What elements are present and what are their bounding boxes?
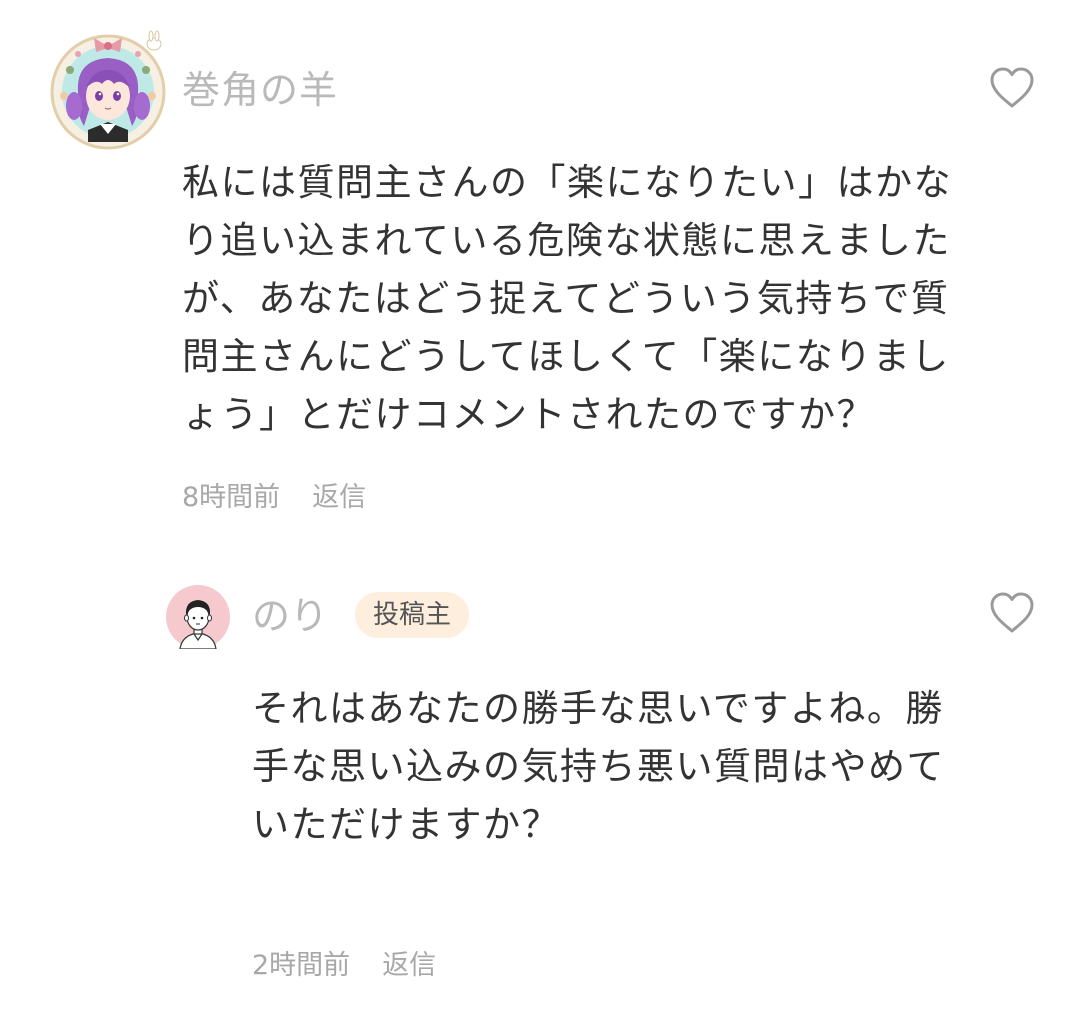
comment-line: 問主さんにどうしてほしくて「楽になりまし — [182, 335, 950, 378]
reply-button[interactable]: 返信 — [312, 482, 366, 513]
reply-button[interactable]: 返信 — [382, 950, 436, 981]
comment-body: それはあなたの勝手な思いですよね。勝 手な思い込みの気持ち悪い質問はやめて いた… — [252, 680, 1032, 854]
comment-line: ょう」とだけコメントされたのですか？ — [182, 393, 875, 436]
comment-line: り追い込まれている危険な状態に思えました — [182, 219, 951, 262]
comment-body: 私には質問主さんの「楽になりたい」はかな り追い込まれている危険な状態に思えまし… — [182, 154, 1032, 444]
author-badge: 投稿主 — [355, 592, 470, 638]
comment-line: 私には質問主さんの「楽になりたい」はかな — [182, 161, 952, 204]
comment-line: いただけますか？ — [252, 803, 560, 846]
comment-meta: 2時間前 返信 — [252, 946, 436, 986]
man-avatar-icon — [166, 585, 230, 650]
anime-girl-avatar-icon — [50, 30, 166, 150]
comment-meta: 8時間前 返信 — [182, 478, 366, 518]
avatar[interactable] — [48, 30, 168, 150]
like-button[interactable] — [988, 591, 1036, 635]
username[interactable]: のり — [252, 590, 328, 642]
comment-line: それはあなたの勝手な思いですよね。勝 — [252, 687, 944, 730]
heart-outline-icon — [990, 592, 1034, 633]
heart-outline-icon — [990, 67, 1034, 108]
username[interactable]: 巻角の羊 — [182, 64, 338, 116]
comment-line: が、あなたはどう捉えてどういう気持ちで質 — [182, 277, 950, 320]
avatar[interactable] — [166, 585, 230, 650]
comment-line: 手な思い込みの気持ち悪い質問はやめて — [252, 745, 945, 788]
like-button[interactable] — [988, 66, 1036, 110]
timestamp: 8時間前 — [182, 482, 281, 513]
timestamp: 2時間前 — [252, 950, 351, 981]
